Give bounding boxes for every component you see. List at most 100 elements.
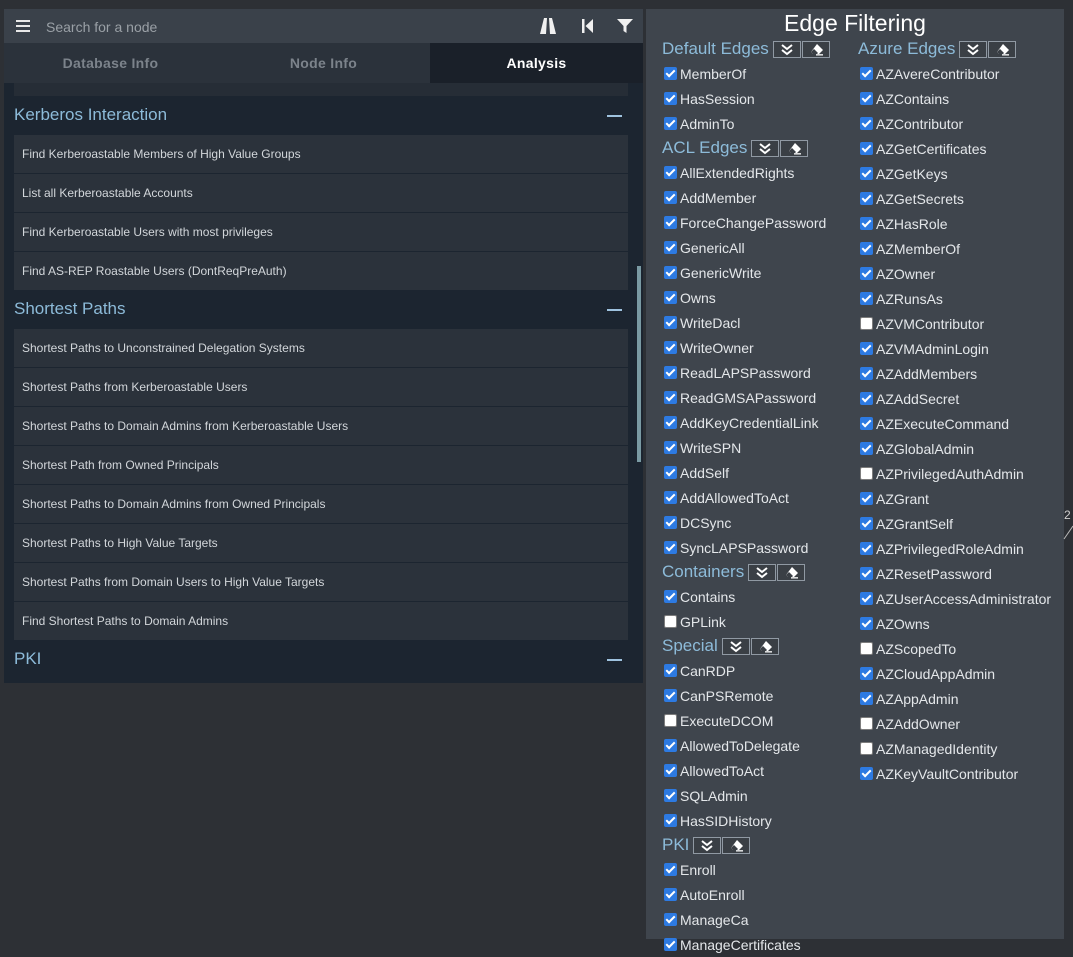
edge-checkbox[interactable] [860, 742, 873, 755]
edge-filter-row[interactable]: AZOwns [858, 611, 1058, 636]
edge-checkbox[interactable] [664, 863, 677, 876]
collapse-icon[interactable] [607, 115, 622, 117]
edge-checkbox[interactable] [664, 341, 677, 354]
clear-all-button[interactable] [777, 563, 806, 581]
edge-filter-row[interactable]: ForceChangePassword [662, 210, 852, 235]
edge-checkbox[interactable] [664, 664, 677, 677]
check-all-button[interactable] [751, 139, 780, 157]
edge-checkbox[interactable] [860, 442, 873, 455]
edge-filter-row[interactable]: AddAllowedToAct [662, 485, 852, 510]
check-all-button[interactable] [772, 40, 801, 58]
edge-checkbox[interactable] [860, 367, 873, 380]
edge-filter-row[interactable]: ReadGMSAPassword [662, 385, 852, 410]
tab-analysis[interactable]: Analysis [430, 43, 643, 83]
edge-filter-row[interactable]: AZAddOwner [858, 711, 1058, 736]
edge-filter-row[interactable]: AutoEnroll [662, 882, 852, 907]
edge-filter-row[interactable]: AZGetKeys [858, 161, 1058, 186]
edge-filter-row[interactable]: AddKeyCredentialLink [662, 410, 852, 435]
edge-checkbox[interactable] [860, 592, 873, 605]
edge-filter-row[interactable]: AZPrivilegedAuthAdmin [858, 461, 1058, 486]
check-all-button[interactable] [721, 637, 750, 655]
query-item[interactable]: List all Kerberoastable Accounts [14, 174, 628, 212]
edge-checkbox[interactable] [860, 717, 873, 730]
edge-filter-row[interactable]: AZContains [858, 86, 1058, 111]
query-item[interactable]: Shortest Paths from Kerberoastable Users [14, 368, 628, 406]
edge-filter-row[interactable]: AllowedToAct [662, 758, 852, 783]
edge-checkbox[interactable] [860, 117, 873, 130]
query-item[interactable]: Find Shortest Paths to Domain Admins [14, 602, 628, 640]
edge-filter-row[interactable]: AZMemberOf [858, 236, 1058, 261]
edge-filter-row[interactable]: ExecuteDCOM [662, 708, 852, 733]
clear-all-button[interactable] [722, 836, 751, 854]
edge-filter-row[interactable]: ManageCertificates [662, 932, 852, 957]
edge-checkbox[interactable] [664, 92, 677, 105]
edge-checkbox[interactable] [860, 617, 873, 630]
edge-filter-row[interactable]: DCSync [662, 510, 852, 535]
clear-all-button[interactable] [988, 40, 1017, 58]
section-header-kerberos[interactable]: Kerberos Interaction [4, 96, 643, 135]
edge-filter-row[interactable]: SyncLAPSPassword [662, 535, 852, 560]
edge-checkbox[interactable] [664, 590, 677, 603]
edge-checkbox[interactable] [860, 67, 873, 80]
tab-database-info[interactable]: Database Info [4, 43, 217, 83]
section-header-shortest-paths[interactable]: Shortest Paths [4, 290, 643, 329]
edge-checkbox[interactable] [664, 316, 677, 329]
edge-checkbox[interactable] [664, 714, 677, 727]
edge-checkbox[interactable] [860, 642, 873, 655]
query-item[interactable]: Shortest Paths to Domain Admins from Ker… [14, 407, 628, 445]
collapse-icon[interactable] [607, 659, 622, 661]
edge-filter-row[interactable]: AZHasRole [858, 211, 1058, 236]
edge-checkbox[interactable] [664, 191, 677, 204]
edge-filter-row[interactable]: AZExecuteCommand [858, 411, 1058, 436]
search-input[interactable] [44, 14, 488, 40]
edge-filter-row[interactable]: AZOwner [858, 261, 1058, 286]
clear-all-button[interactable] [780, 139, 809, 157]
edge-filter-row[interactable]: AddSelf [662, 460, 852, 485]
edge-checkbox[interactable] [664, 789, 677, 802]
edge-filter-row[interactable]: AllExtendedRights [662, 160, 852, 185]
edge-checkbox[interactable] [860, 267, 873, 280]
clear-all-button[interactable] [750, 637, 779, 655]
edge-filter-row[interactable]: Enroll [662, 857, 852, 882]
edge-filter-row[interactable]: AZVMContributor [858, 311, 1058, 336]
edge-checkbox[interactable] [664, 814, 677, 827]
edge-filter-row[interactable]: AZAddSecret [858, 386, 1058, 411]
edge-checkbox[interactable] [664, 166, 677, 179]
edge-filter-row[interactable]: AZManagedIdentity [858, 736, 1058, 761]
edge-checkbox[interactable] [860, 492, 873, 505]
edge-checkbox[interactable] [664, 913, 677, 926]
edge-filter-row[interactable]: Owns [662, 285, 852, 310]
edge-filter-row[interactable]: ManageCa [662, 907, 852, 932]
edge-filter-row[interactable]: AllowedToDelegate [662, 733, 852, 758]
edge-checkbox[interactable] [860, 517, 873, 530]
edge-filter-row[interactable]: WriteOwner [662, 335, 852, 360]
edge-checkbox[interactable] [860, 567, 873, 580]
edge-filter-row[interactable]: MemberOf [662, 61, 852, 86]
edge-filter-row[interactable]: AZVMAdminLogin [858, 336, 1058, 361]
edge-checkbox[interactable] [664, 888, 677, 901]
query-item[interactable]: Shortest Paths to High Value Targets [14, 524, 628, 562]
edge-filter-row[interactable]: GPLink [662, 609, 852, 634]
edge-checkbox[interactable] [664, 739, 677, 752]
check-all-button[interactable] [748, 563, 777, 581]
edge-filter-row[interactable]: HasSession [662, 86, 852, 111]
edge-filter-row[interactable]: CanPSRemote [662, 683, 852, 708]
edge-filter-row[interactable]: AZCloudAppAdmin [858, 661, 1058, 686]
edge-checkbox[interactable] [664, 391, 677, 404]
edge-checkbox[interactable] [860, 167, 873, 180]
edge-filter-row[interactable]: WriteDacl [662, 310, 852, 335]
check-all-button[interactable] [693, 836, 722, 854]
filter-icon[interactable] [615, 16, 635, 36]
check-all-button[interactable] [959, 40, 988, 58]
edge-checkbox[interactable] [664, 615, 677, 628]
edge-filter-row[interactable]: AZContributor [858, 111, 1058, 136]
edge-checkbox[interactable] [664, 689, 677, 702]
query-item[interactable]: Shortest Paths to Unconstrained Delegati… [14, 329, 628, 367]
edge-filter-row[interactable]: AZAppAdmin [858, 686, 1058, 711]
edge-filter-row[interactable]: Contains [662, 584, 852, 609]
edge-checkbox[interactable] [860, 342, 873, 355]
edge-filter-row[interactable]: AZKeyVaultContributor [858, 761, 1058, 786]
edge-filter-row[interactable]: AddMember [662, 185, 852, 210]
edge-checkbox[interactable] [860, 317, 873, 330]
edge-checkbox[interactable] [664, 291, 677, 304]
